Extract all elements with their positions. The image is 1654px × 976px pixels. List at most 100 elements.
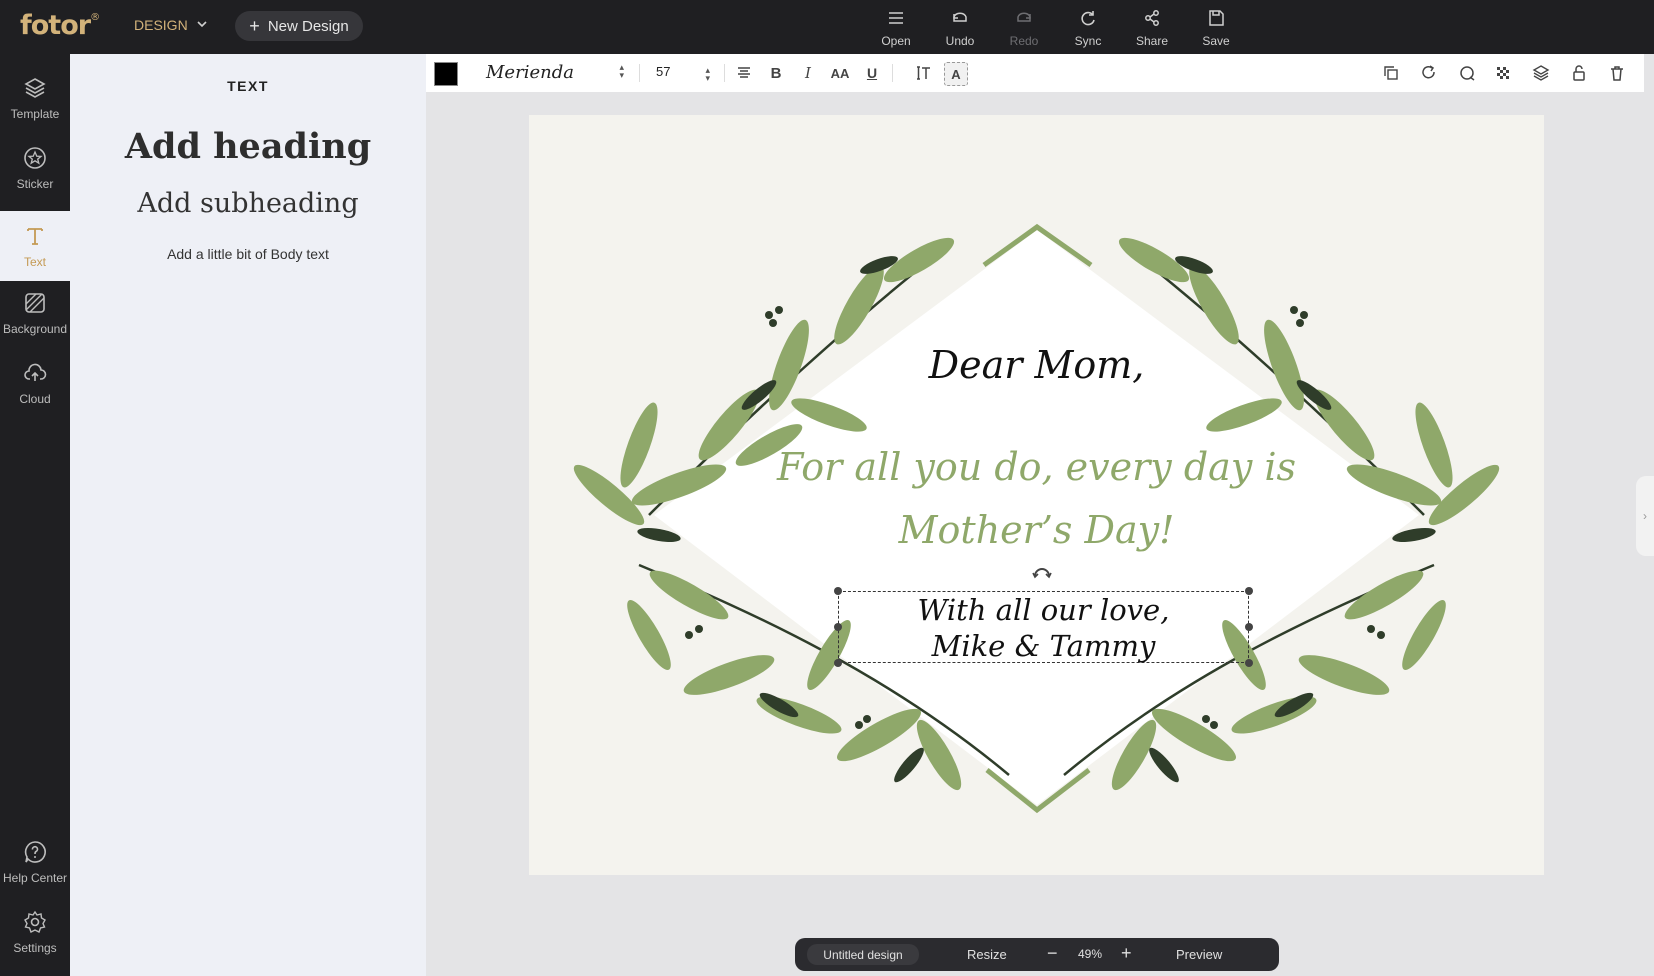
sidebar-item-label: Template	[10, 106, 60, 121]
select-caret-icon: ▴ ▾	[619, 63, 624, 81]
add-body-text-button[interactable]: Add a little bit of Body text	[70, 246, 426, 262]
background-icon	[23, 291, 47, 318]
sidebar-item-template[interactable]: Template	[0, 64, 70, 132]
sidebar-item-label: Help Center	[2, 870, 68, 885]
zoom-level: 49%	[1078, 947, 1103, 961]
sidebar-item-label: Text	[23, 254, 46, 269]
font-family-value: Merienda	[486, 62, 574, 83]
resize-handle[interactable]	[834, 587, 842, 595]
bottom-bar: Untitled design Resize − 49% + Preview	[795, 938, 1279, 971]
collapse-right-panel-button[interactable]: ›	[1636, 476, 1654, 556]
undo-button[interactable]: Undo	[932, 8, 988, 50]
rotate-handle-icon[interactable]	[1031, 566, 1053, 580]
sidebar-item-text[interactable]: Text	[0, 211, 70, 281]
sidebar-item-background[interactable]: Background	[0, 279, 70, 347]
text-effect-icon[interactable]: A	[944, 62, 968, 86]
add-heading-button[interactable]: Add heading	[70, 126, 426, 167]
resize-handle[interactable]	[834, 623, 842, 631]
sidebar-item-cloud[interactable]: Cloud	[0, 349, 70, 417]
underline-icon[interactable]: U	[861, 62, 883, 84]
copy-icon[interactable]	[1380, 62, 1402, 84]
share-button[interactable]: Share	[1124, 8, 1180, 50]
undo-label: Undo	[945, 34, 975, 48]
card-message-line-1[interactable]: For all you do, every day is	[529, 445, 1544, 489]
text-toolbar: Merienda ▴ ▾ 57 ▴ ▾ B I AA U A	[426, 54, 1644, 93]
resize-handle[interactable]	[1245, 623, 1253, 631]
design-artboard[interactable]: Dear Mom, For all you do, every day is M…	[529, 115, 1544, 875]
text-panel: TEXT Add heading Add subheading Add a li…	[70, 54, 426, 976]
share-label: Share	[1135, 34, 1169, 48]
layers-icon[interactable]	[1530, 62, 1552, 84]
design-menu[interactable]: DESIGN	[134, 17, 208, 33]
zoom-in-button[interactable]: +	[1121, 943, 1132, 964]
layers-icon	[23, 76, 47, 103]
cloud-upload-icon	[23, 361, 47, 388]
font-family-select[interactable]: Merienda ▴ ▾	[486, 62, 624, 83]
sidebar-item-label: Settings	[13, 940, 57, 955]
sync-label: Sync	[1074, 34, 1102, 48]
preview-button[interactable]: Preview	[1176, 947, 1222, 962]
new-design-button[interactable]: + New Design	[235, 11, 363, 41]
sync-icon	[1078, 8, 1098, 31]
share-icon	[1142, 8, 1162, 31]
rotate-icon[interactable]	[1418, 62, 1440, 84]
design-name-field[interactable]: Untitled design	[807, 944, 919, 965]
resize-handle[interactable]	[1245, 587, 1253, 595]
card-message-line-2[interactable]: Mother’s Day!	[529, 508, 1544, 552]
star-icon	[23, 146, 47, 173]
resize-handle[interactable]	[834, 659, 842, 667]
open-button[interactable]: Open	[868, 8, 924, 50]
design-menu-label: DESIGN	[134, 17, 188, 33]
trash-icon[interactable]	[1606, 62, 1628, 84]
sidebar-item-sticker[interactable]: Sticker	[0, 134, 70, 202]
text-color-swatch[interactable]	[434, 62, 458, 86]
chevron-down-icon	[196, 17, 208, 33]
resize-button[interactable]: Resize	[967, 947, 1007, 962]
select-caret-icon: ▴ ▾	[705, 65, 710, 83]
open-label: Open	[881, 34, 911, 48]
font-size-select[interactable]: 57 ▴ ▾	[656, 64, 710, 83]
save-button[interactable]: Save	[1188, 8, 1244, 50]
add-subheading-button[interactable]: Add subheading	[70, 188, 426, 219]
top-bar: fotor® DESIGN + New Design Open Undo Red…	[0, 0, 1654, 54]
selected-text-box[interactable]: With all our love, Mike & Tammy	[834, 587, 1253, 667]
align-center-icon[interactable]	[733, 62, 755, 84]
transparency-icon[interactable]	[1492, 62, 1514, 84]
left-nav: Template Sticker Text Background Cloud H…	[0, 54, 70, 976]
line-spacing-icon[interactable]	[912, 62, 934, 84]
card-signature-line-1: With all our love,	[917, 593, 1170, 627]
save-label: Save	[1202, 34, 1230, 48]
divider	[892, 64, 893, 82]
lock-icon[interactable]	[1568, 62, 1590, 84]
sidebar-item-label: Cloud	[19, 391, 51, 406]
undo-icon	[950, 8, 970, 31]
card-greeting[interactable]: Dear Mom,	[529, 343, 1544, 387]
chevron-right-icon: ›	[1643, 509, 1647, 523]
plus-icon: +	[249, 16, 260, 36]
font-size-value: 57	[656, 64, 671, 79]
zoom-out-button[interactable]: −	[1047, 943, 1058, 964]
sidebar-item-settings[interactable]: Settings	[0, 898, 70, 966]
card-signature-line-2: Mike & Tammy	[931, 629, 1156, 663]
resize-handle[interactable]	[1245, 659, 1253, 667]
fotor-logo[interactable]: fotor®	[20, 10, 100, 41]
sidebar-item-label: Background	[2, 321, 68, 336]
text-icon	[23, 224, 47, 251]
divider	[639, 64, 640, 82]
sidebar-item-help-center[interactable]: Help Center	[0, 828, 70, 896]
sidebar-item-label: Sticker	[16, 176, 54, 191]
gear-icon	[23, 910, 47, 937]
uppercase-icon[interactable]: AA	[829, 62, 851, 84]
shape-icon[interactable]	[1456, 62, 1478, 84]
save-icon	[1206, 8, 1226, 31]
menu-icon	[886, 8, 906, 31]
sync-button[interactable]: Sync	[1060, 8, 1116, 50]
help-icon	[23, 840, 47, 867]
new-design-label: New Design	[267, 17, 349, 35]
divider	[724, 64, 725, 82]
panel-title: TEXT	[227, 78, 269, 94]
bold-icon[interactable]: B	[765, 62, 787, 84]
italic-icon[interactable]: I	[797, 62, 819, 84]
redo-button[interactable]: Redo	[996, 8, 1052, 50]
leaf-frame-illustration	[573, 223, 1500, 814]
